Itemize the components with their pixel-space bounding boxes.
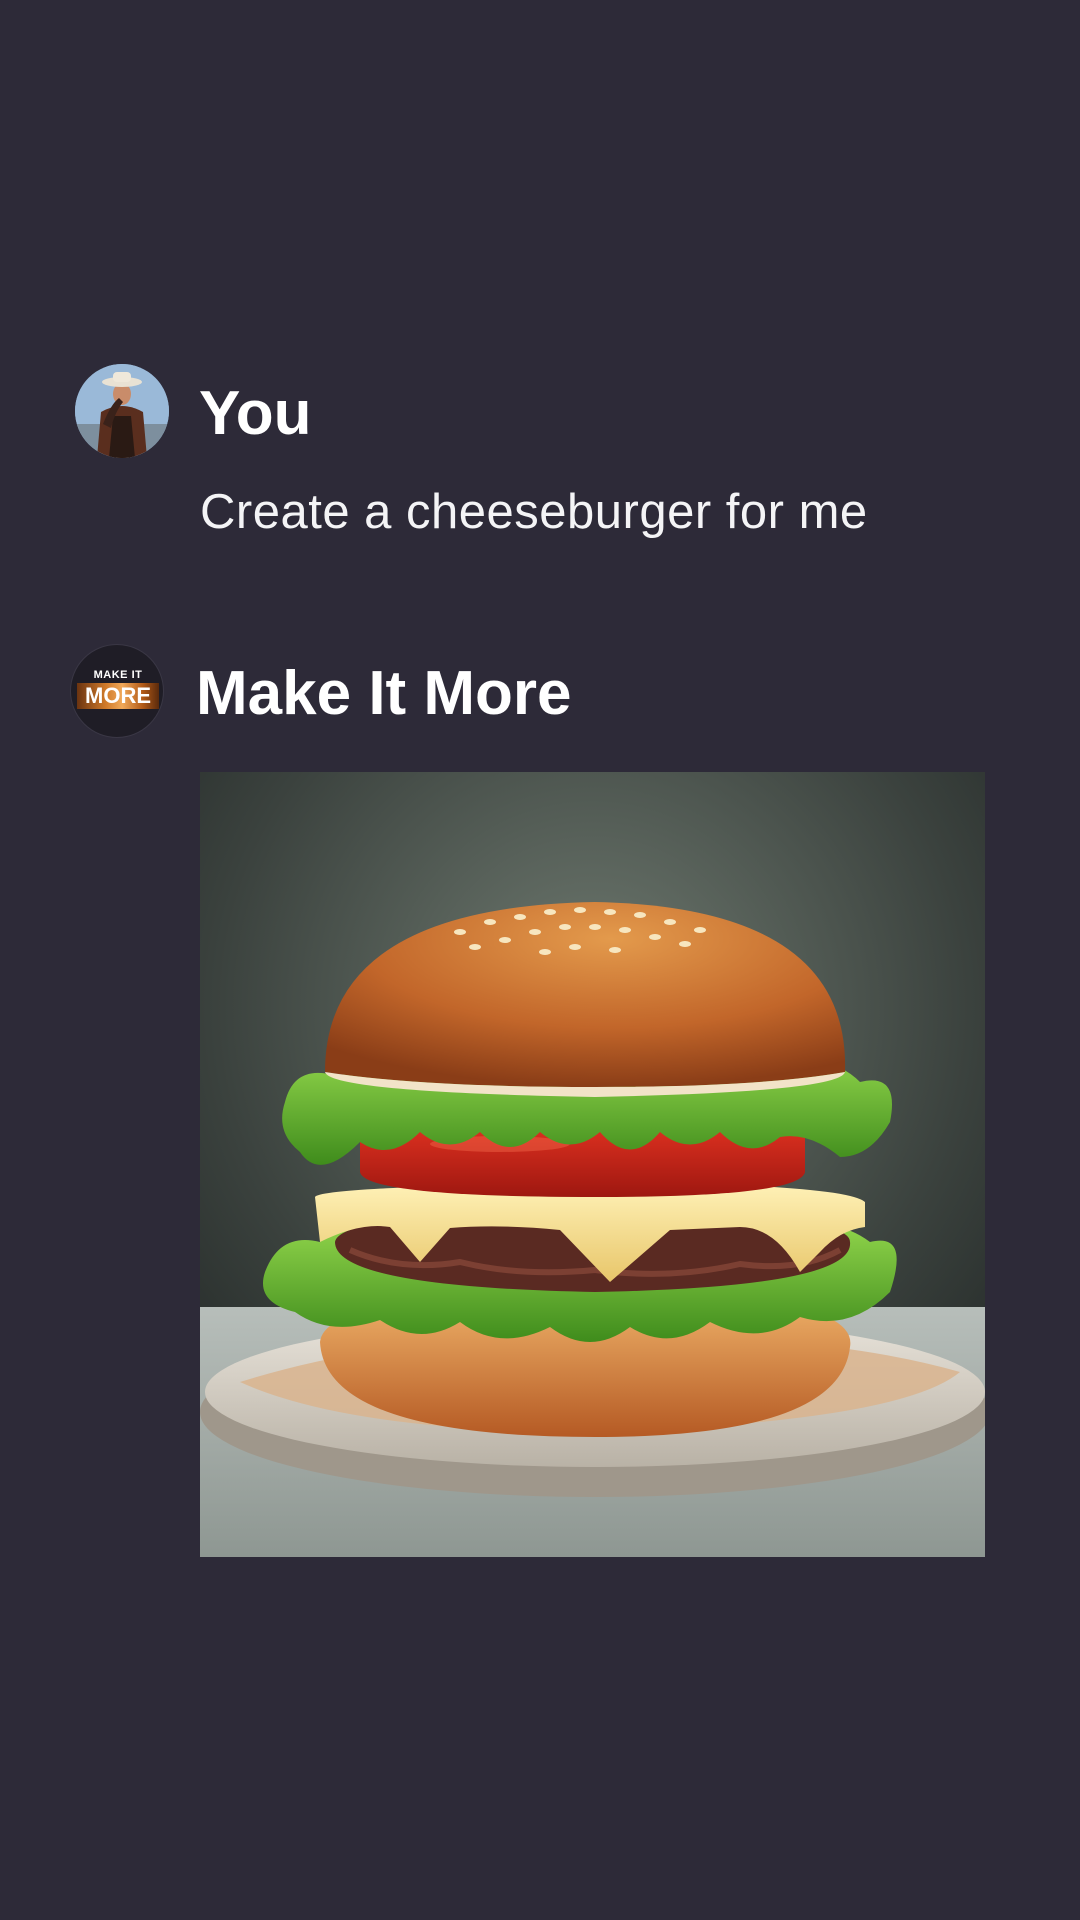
user-name: You (199, 379, 312, 448)
user-avatar (75, 364, 169, 458)
assistant-logo-avatar: MAKE IT MORE (70, 644, 164, 738)
generated-cheeseburger-image[interactable] (200, 772, 985, 1557)
chat-screen: You Create a cheeseburger for me MAKE IT… (0, 0, 1080, 1920)
assistant-name: Make It More (196, 659, 572, 728)
logo-line1: MAKE IT (93, 669, 143, 681)
user-message-text: Create a cheeseburger for me (200, 485, 868, 539)
logo-line2: MORE (85, 683, 151, 708)
